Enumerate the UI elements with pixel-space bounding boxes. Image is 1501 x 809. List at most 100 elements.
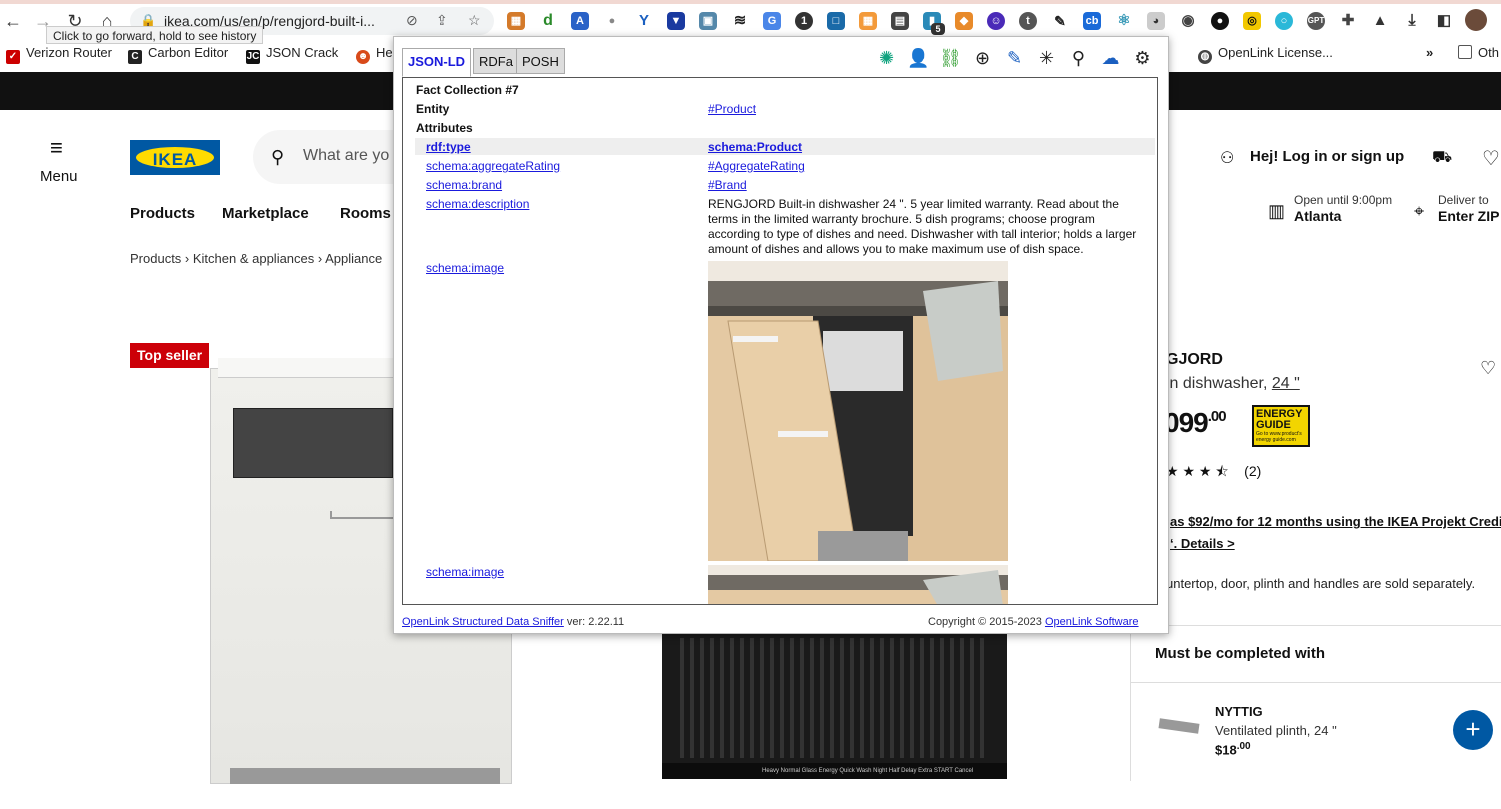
product-image-2[interactable] [708, 565, 1008, 604]
bookmark-carbon[interactable]: C Carbon Editor [128, 45, 228, 64]
tab-json-ld[interactable]: JSON-LD [402, 48, 472, 77]
carbon-icon: C [128, 50, 142, 64]
share-icon[interactable]: ⇪ [436, 12, 448, 29]
extension-pin-icon[interactable]: ✎ [1051, 12, 1069, 30]
energy-guide-badge[interactable]: ENERGY GUIDE Go to www.product's energy … [1252, 405, 1310, 447]
puzzle-icon[interactable]: ✚ [1339, 12, 1357, 30]
nyttig-name[interactable]: NYTTIG [1215, 704, 1263, 719]
bookmark-he[interactable]: ☻ He [356, 45, 393, 64]
openlink-software-link[interactable]: OpenLink Software [1045, 616, 1139, 628]
brand-key[interactable]: schema:brand [426, 178, 502, 192]
extension-a-icon[interactable]: A [571, 12, 589, 30]
nav-marketplace[interactable]: Marketplace [222, 205, 309, 222]
rating-stars[interactable]: ★ ★ ★ ⯪ (2) [1166, 461, 1261, 485]
query-icon[interactable]: ⚲ [1066, 46, 1091, 71]
nav-rooms[interactable]: Rooms [340, 205, 391, 222]
kitchen-dishwasher-illustration [708, 261, 1008, 561]
logo-text: IKEA [152, 150, 198, 169]
extension-one-icon[interactable]: 1 [795, 12, 813, 30]
image-key-2[interactable]: schema:image [426, 565, 504, 579]
credit-offer[interactable]: as $92/mo for 12 months using the IKEA P… [1170, 511, 1501, 555]
product-image-1[interactable] [708, 261, 1008, 561]
graph-icon[interactable]: ✳ [1034, 46, 1059, 71]
dishwasher-control-panel: Heavy Normal Glass Energy Quick Wash Nig… [662, 763, 1007, 779]
tab-posh[interactable]: POSH [516, 48, 565, 74]
extension-owl-icon[interactable]: ◎ [1243, 12, 1261, 30]
description-key[interactable]: schema:description [426, 197, 529, 211]
more-bookmarks-icon[interactable]: » [1426, 45, 1433, 60]
aggregate-rating-key[interactable]: schema:aggregateRating [426, 159, 560, 173]
blocked-icon[interactable]: ⊘ [406, 12, 418, 29]
rating-count: (2) [1244, 463, 1262, 479]
rdf-type-key[interactable]: rdf:type [426, 140, 471, 154]
extension-d-icon[interactable]: d [539, 12, 557, 30]
login-link[interactable]: Hej! Log in or sign up [1250, 148, 1404, 165]
enter-zip-link[interactable]: Enter ZIP [1438, 208, 1499, 224]
extension-translate-icon[interactable]: G [763, 12, 781, 30]
settings-gear-icon[interactable]: ⚙ [1130, 46, 1155, 71]
image-key-1[interactable]: schema:image [426, 261, 504, 275]
extension-cb-icon[interactable]: cb [1083, 12, 1101, 30]
store-name[interactable]: Atlanta [1294, 208, 1341, 224]
favorite-heart-icon[interactable]: ♡ [1480, 358, 1496, 379]
star-icon[interactable]: ☆ [468, 12, 481, 29]
plinth-image[interactable] [1158, 718, 1200, 734]
sniffer-version: ver: 2.22.11 [563, 616, 625, 628]
extension-chat-icon[interactable]: ● [1211, 12, 1229, 30]
bookmark-openlink-license[interactable]: ◍ OpenLink License... [1198, 45, 1333, 64]
link-icon[interactable]: ⛓ [938, 46, 963, 71]
flask-icon[interactable]: ▲ [1371, 12, 1389, 30]
rdf-type-value[interactable]: schema:Product [708, 140, 802, 154]
attributes-label: Attributes [416, 121, 473, 135]
bookmark-verizon[interactable]: ✓ Verizon Router [6, 45, 112, 64]
extension-eye-icon[interactable]: ◉ [1179, 12, 1197, 30]
extension-atom-icon[interactable]: ⚛ [1115, 12, 1133, 30]
extension-y-icon[interactable]: Y [635, 12, 653, 30]
must-complete-title: Must be completed with [1155, 645, 1326, 662]
heart-icon[interactable]: ♡ [1482, 146, 1500, 171]
web-search-icon[interactable]: ⊕ [970, 46, 995, 71]
extension-gpt-icon[interactable]: GPT [1307, 12, 1325, 30]
extension-doc-icon[interactable]: ▤ [891, 12, 909, 30]
download-icon[interactable]: ⤓ [1403, 12, 1421, 30]
tab-rdfa[interactable]: RDFa [473, 48, 519, 74]
extension-bulb-icon[interactable]: ● [603, 12, 621, 30]
json-ld-panel[interactable]: Fact Collection #7 Entity #Product Attri… [402, 77, 1158, 605]
aggregate-rating-value[interactable]: #AggregateRating [708, 159, 805, 173]
breadcrumb[interactable]: Products › Kitchen & appliances › Applia… [130, 251, 382, 266]
truck-icon[interactable]: ⛟ [1432, 148, 1452, 168]
chatgpt-icon[interactable]: ✺ [874, 46, 899, 71]
person-icon[interactable]: 👤 [906, 46, 931, 71]
ikea-logo[interactable]: IKEA [130, 140, 220, 175]
cloud-upload-icon[interactable]: ☁ [1098, 46, 1123, 71]
back-icon[interactable]: ← [2, 10, 24, 32]
product-size-link[interactable]: 24 " [1272, 375, 1300, 392]
sidebar-icon[interactable]: ◧ [1435, 12, 1453, 30]
user-icon: ⚇ [1220, 150, 1235, 167]
extension-grid-icon[interactable]: ▦ [859, 12, 877, 30]
hamburger-icon[interactable]: ≡ [50, 137, 70, 159]
extension-picture-icon[interactable]: ▣ [699, 12, 717, 30]
extension-cube-icon[interactable]: ▦ [507, 12, 525, 30]
edit-icon[interactable]: ✎ [1002, 46, 1027, 71]
extension-box-icon[interactable]: □ [827, 12, 845, 30]
extension-fox-icon[interactable]: ◆ [955, 12, 973, 30]
bookmark-other[interactable]: Oth [1458, 45, 1499, 60]
menu-label[interactable]: Menu [40, 168, 78, 185]
product-description: in dishwasher, 24 " [1166, 375, 1300, 392]
profile-avatar[interactable] [1465, 9, 1487, 31]
extension-bookmark-icon[interactable]: ▼ [667, 12, 685, 30]
extension-dog-icon[interactable]: ◕ [1147, 12, 1165, 30]
location-pin-icon: ⌖ [1414, 201, 1425, 221]
add-to-cart-button[interactable]: + [1453, 710, 1493, 750]
extension-t-icon[interactable]: t [1019, 12, 1037, 30]
nav-products[interactable]: Products [130, 205, 195, 222]
entity-value-link[interactable]: #Product [708, 102, 756, 116]
sniffer-link[interactable]: OpenLink Structured Data Sniffer [402, 616, 564, 628]
brand-value[interactable]: #Brand [708, 178, 747, 192]
extension-bubble-icon[interactable]: ○ [1275, 12, 1293, 30]
must-complete-box: Must be completed with NYTTIG Ventilated… [1130, 625, 1501, 781]
bookmark-json-crack[interactable]: JC JSON Crack [246, 45, 338, 64]
extension-face-icon[interactable]: ☺ [987, 12, 1005, 30]
extension-layers-icon[interactable]: ≋ [731, 12, 749, 30]
